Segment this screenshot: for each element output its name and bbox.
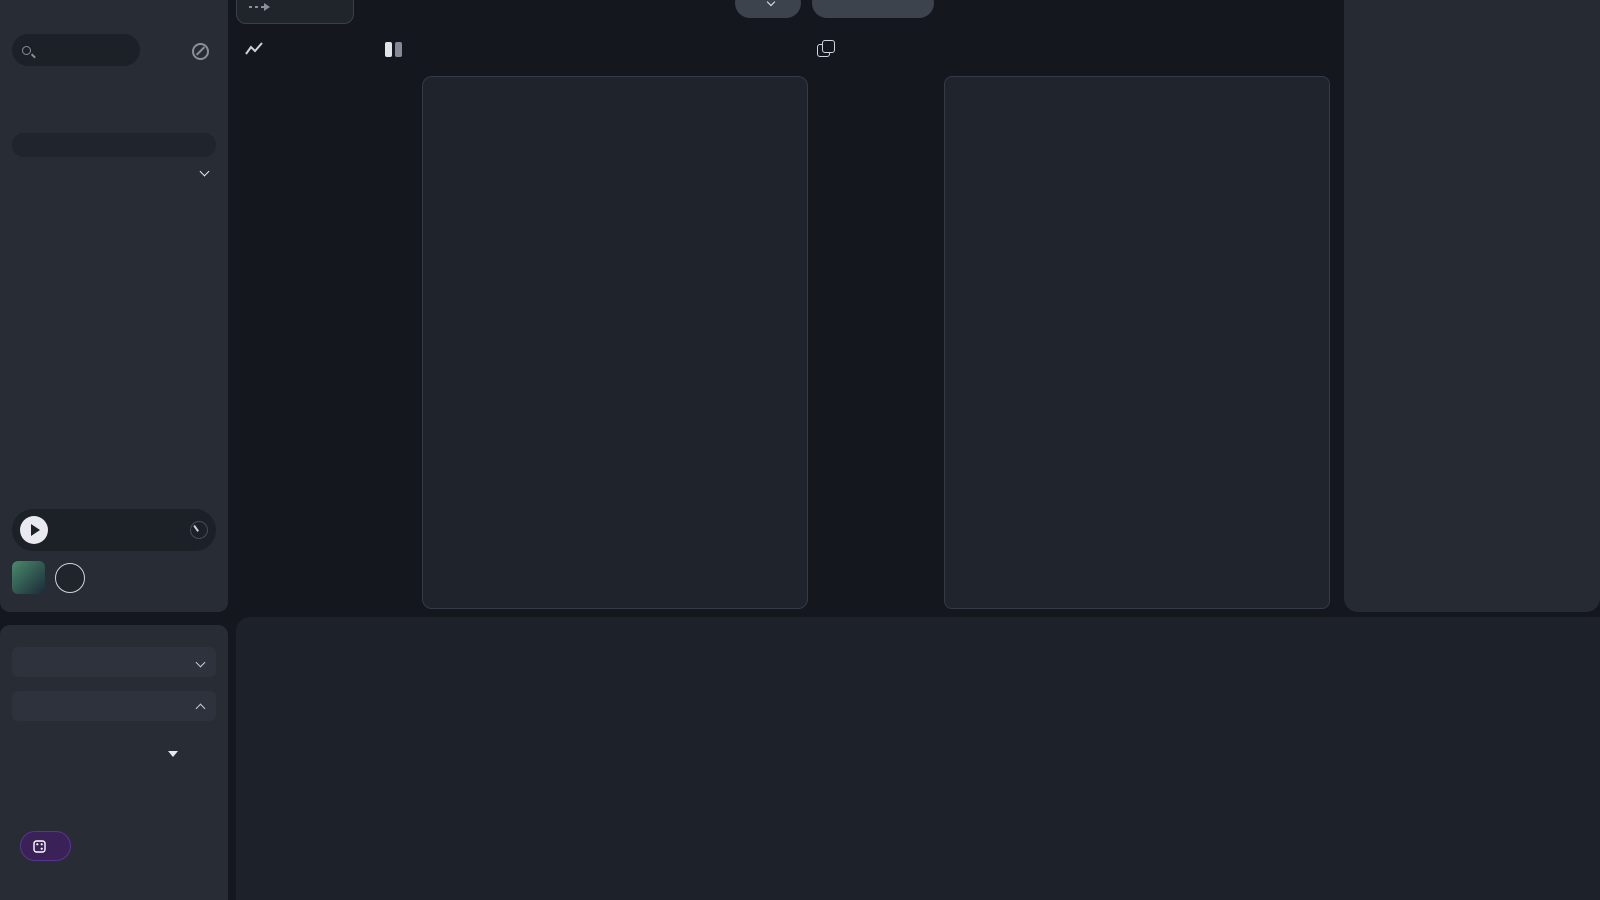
oneshot-loop-toggle [12, 133, 216, 157]
add-section-button[interactable] [812, 0, 934, 18]
no-entry-icon [192, 43, 209, 60]
timeline-ruler [944, 40, 1336, 56]
duplicate-icon[interactable] [817, 40, 834, 57]
chevron-up-icon [196, 703, 206, 713]
step-sequencer-panel [236, 617, 1600, 900]
play-icon [31, 524, 40, 536]
search-input[interactable] [38, 43, 122, 58]
preview-player [12, 509, 216, 551]
caret-down-icon [168, 751, 178, 757]
favorites-star-icon[interactable] [147, 38, 173, 64]
general-section-header[interactable] [12, 647, 216, 677]
sort-row [0, 166, 228, 182]
preview-filename[interactable] [55, 563, 85, 593]
arrangement-minimap[interactable] [944, 0, 1330, 30]
bars-selector[interactable] [735, 0, 801, 18]
arrow-icon [249, 2, 271, 12]
transport-position[interactable] [236, 0, 354, 24]
arrangement-panel[interactable] [944, 76, 1330, 609]
generate-button[interactable] [20, 831, 71, 861]
chevron-down-icon [196, 657, 206, 667]
chevron-down-icon [767, 0, 775, 6]
view-toggle-icon[interactable] [385, 42, 402, 57]
preview-waveform[interactable] [56, 517, 182, 543]
app [0, 0, 1600, 900]
preview-art [12, 561, 45, 594]
dice-icon [33, 840, 46, 853]
update-options [20, 785, 40, 790]
preview-volume-knob[interactable] [190, 521, 208, 539]
generate-section-header[interactable] [12, 691, 216, 721]
genre-select[interactable] [20, 751, 178, 757]
chevron-down-icon[interactable] [200, 167, 210, 177]
blocked-icon[interactable] [187, 38, 213, 64]
tracks-region [236, 82, 808, 615]
search-icon [22, 46, 31, 55]
chart-icon[interactable] [245, 42, 263, 56]
search-bar[interactable] [12, 34, 140, 66]
play-button[interactable] [20, 516, 48, 544]
preview-file-row [12, 561, 85, 594]
generate-panel [0, 625, 228, 900]
learn-panel [1344, 0, 1600, 612]
sounds-panel [0, 0, 228, 612]
generate-actions [20, 831, 91, 861]
